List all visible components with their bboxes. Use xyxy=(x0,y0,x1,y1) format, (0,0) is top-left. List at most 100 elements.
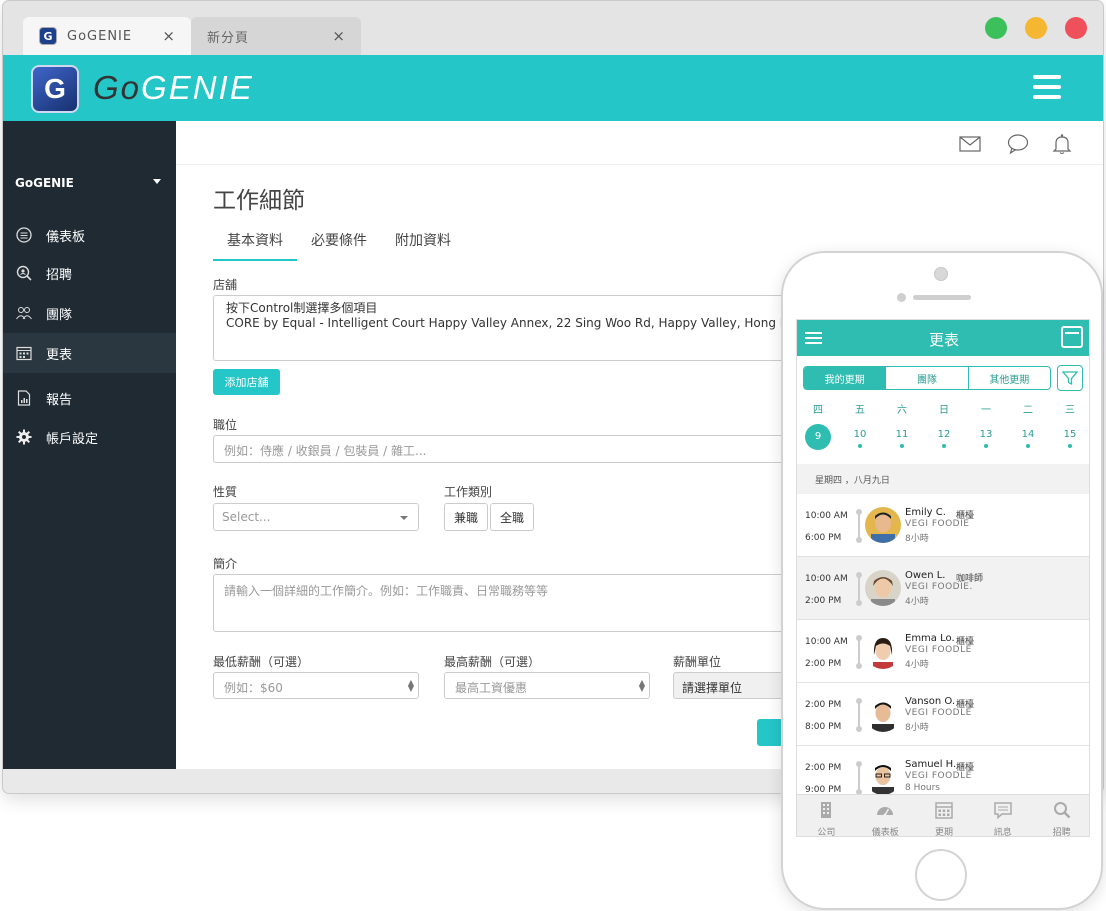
mail-icon[interactable] xyxy=(959,133,981,155)
tab-company[interactable]: 公司 xyxy=(797,795,856,836)
day-cell[interactable]: 六 11 xyxy=(881,404,923,448)
sidebar-item-label: 報告 xyxy=(46,392,73,408)
segment-team[interactable]: 團隊 xyxy=(886,367,969,389)
sidebar: GoGENIE 儀表板 招聘 團隊 更表 報告 帳戶設定 xyxy=(3,121,176,769)
min-salary-input[interactable]: 例如：$60 ▲ ▼ xyxy=(213,672,419,699)
day-number-selected[interactable]: 9 xyxy=(805,424,831,450)
tab-basic-info[interactable]: 基本資料 xyxy=(213,231,297,261)
shift-duration: 8 Hours xyxy=(905,783,940,793)
employee-company: VEGI FOODIE xyxy=(905,519,970,529)
store-multiselect[interactable]: 按下Control制選擇多個項目 CORE by Equal - Intelli… xyxy=(213,295,793,361)
timeline-connector xyxy=(856,698,862,732)
chevron-down-icon xyxy=(400,516,408,520)
day-cell[interactable]: 五 10 xyxy=(839,404,881,448)
search-icon xyxy=(1053,802,1070,819)
sidebar-item-recruit[interactable]: 招聘 xyxy=(3,253,176,293)
mobile-header: 更表 xyxy=(797,320,1089,356)
content-tabs: 基本資料 必要條件 附加資料 xyxy=(213,231,465,261)
hamburger-menu-icon[interactable] xyxy=(1033,75,1061,99)
day-number[interactable]: 14 xyxy=(1007,424,1049,450)
day-cell[interactable]: 四9 xyxy=(797,404,839,450)
min-salary-label: 最低薪酬（可選） xyxy=(213,655,310,669)
tab-label: 訊息 xyxy=(993,828,1012,837)
tab-additional-info[interactable]: 附加資料 xyxy=(381,231,465,261)
minimize-window-button[interactable] xyxy=(1025,17,1047,39)
tab-label: 招聘 xyxy=(1052,828,1071,837)
close-tab-icon[interactable]: × xyxy=(162,27,175,45)
shift-start: 2:00 PM xyxy=(805,763,842,773)
app-header: G GoGENIE xyxy=(3,55,1103,121)
part-time-button[interactable]: 兼職 xyxy=(444,503,489,531)
report-icon xyxy=(15,389,33,407)
recruit-icon xyxy=(15,264,33,282)
top-toolbar xyxy=(176,121,1103,165)
tab-schedule[interactable]: 更期 xyxy=(915,795,974,836)
stepper-icon[interactable]: ▲ ▼ xyxy=(639,679,645,693)
day-number[interactable]: 13 xyxy=(965,424,1007,450)
day-cell[interactable]: 日 12 xyxy=(923,404,965,448)
position-input[interactable]: 例如：侍應 / 收銀員 / 包裝員 / 雜工... xyxy=(213,435,793,463)
timeline-connector xyxy=(856,635,862,669)
day-number[interactable]: 11 xyxy=(881,424,923,450)
timeline-connector xyxy=(856,509,862,543)
shift-end: 8:00 PM xyxy=(805,722,842,732)
day-number[interactable]: 10 xyxy=(839,424,881,450)
stepper-icon[interactable]: ▲ ▼ xyxy=(408,679,414,693)
tab-recruit[interactable]: 招聘 xyxy=(1032,795,1089,837)
day-name: 四 xyxy=(813,405,823,416)
tab-messages[interactable]: 訊息 xyxy=(973,795,1032,836)
day-number[interactable]: 15 xyxy=(1049,424,1089,450)
browser-tab-bar: G GoGENIE × 新分頁 × xyxy=(3,1,1103,55)
mobile-tab-bar: 公司 儀表板 更期 訊息 招聘 xyxy=(797,794,1089,837)
company-switcher[interactable]: GoGENIE xyxy=(15,176,74,190)
shift-row[interactable]: 2:00 PM 8:00 PM Vanson O. 櫃檯 VEGI FOODLE… xyxy=(797,683,1089,746)
shift-row[interactable]: 10:00 AM 2:00 PM Owen L. 咖啡師 VEGI FOODIE… xyxy=(797,557,1089,620)
calendar-icon[interactable] xyxy=(1061,326,1083,348)
shift-duration: 4小時 xyxy=(905,597,929,607)
day-cell[interactable]: 二 14 xyxy=(1007,404,1049,448)
store-option[interactable]: CORE by Equal - Intelligent Court Happy … xyxy=(226,316,792,331)
day-cell[interactable]: 一 13 xyxy=(965,404,1007,448)
home-button[interactable] xyxy=(915,849,967,901)
tab-requirements[interactable]: 必要條件 xyxy=(297,231,381,261)
day-number[interactable]: 12 xyxy=(923,424,965,450)
day-cell[interactable]: 三 15 xyxy=(1049,404,1089,450)
segment-my-shifts[interactable]: 我的更期 xyxy=(804,367,887,389)
close-tab-icon[interactable]: × xyxy=(332,27,345,45)
close-window-button[interactable] xyxy=(1065,17,1087,39)
sidebar-item-settings[interactable]: 帳戶設定 xyxy=(3,417,176,457)
day-name: 日 xyxy=(939,405,949,416)
add-store-button[interactable]: 添加店舖 xyxy=(213,369,280,395)
shift-start: 2:00 PM xyxy=(805,700,842,710)
store-label: 店舖 xyxy=(213,278,238,292)
full-time-button[interactable]: 全職 xyxy=(490,503,535,531)
caret-down-icon[interactable] xyxy=(153,179,161,184)
sidebar-item-team[interactable]: 團隊 xyxy=(3,293,176,333)
max-salary-input[interactable]: 最高工資優惠 ▲ ▼ xyxy=(444,672,650,699)
sidebar-item-dashboard[interactable]: 儀表板 xyxy=(3,215,176,255)
shift-row[interactable]: 10:00 AM 2:00 PM Emma Lo. 櫃檯 VEGI FOODLE… xyxy=(797,620,1089,683)
logo-icon: G xyxy=(31,65,79,113)
nature-select-value: Select... xyxy=(222,510,271,524)
sidebar-item-report[interactable]: 報告 xyxy=(3,378,176,418)
browser-tab-gogenie[interactable]: G GoGENIE × xyxy=(23,17,191,55)
filter-icon[interactable] xyxy=(1057,365,1083,391)
chat-icon[interactable] xyxy=(1007,133,1029,155)
sidebar-item-schedule[interactable]: 更表 xyxy=(3,333,176,373)
maximize-window-button[interactable] xyxy=(985,17,1007,39)
shift-row[interactable]: 10:00 AM 6:00 PM Emily C. 櫃檯 VEGI FOODIE… xyxy=(797,494,1089,557)
tab-dashboard[interactable]: 儀表板 xyxy=(856,795,915,836)
day-name: 三 xyxy=(1065,405,1075,416)
logo-prefix: Go xyxy=(93,69,142,106)
day-name: 六 xyxy=(897,405,907,416)
bell-icon[interactable] xyxy=(1051,133,1073,155)
message-icon xyxy=(994,802,1012,820)
timeline-connector xyxy=(856,572,862,606)
nature-select[interactable]: Select... xyxy=(213,503,419,531)
salary-unit-select[interactable]: 請選擇單位 xyxy=(673,672,793,699)
shift-end: 2:00 PM xyxy=(805,596,842,606)
browser-tab-new[interactable]: 新分頁 × xyxy=(191,17,361,55)
segment-other-shifts[interactable]: 其他更期 xyxy=(969,367,1050,389)
avatar xyxy=(865,570,901,606)
intro-textarea[interactable]: 請輸入一個詳細的工作簡介。例如：工作職責、日常職務等等 xyxy=(213,574,793,632)
